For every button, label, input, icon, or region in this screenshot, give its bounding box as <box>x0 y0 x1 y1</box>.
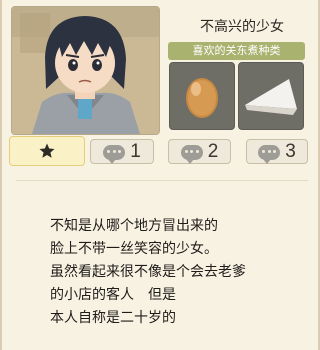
tab-star[interactable] <box>9 136 85 166</box>
character-portrait <box>11 6 160 135</box>
description-line: 不知是从哪个地方冒出来的 <box>50 218 218 234</box>
hanpen-icon <box>245 79 297 115</box>
favorite-item-egg[interactable] <box>169 62 235 130</box>
tab-dialog-1-label: 1 <box>130 140 141 162</box>
tab-dialog-3-label: 3 <box>285 140 296 162</box>
chat-bubble-icon <box>258 145 281 164</box>
description-line: 虽然看起来很不像是个会去老爹 <box>50 264 246 280</box>
tab-dialog-1[interactable]: 1 <box>90 139 154 164</box>
divider <box>16 180 308 181</box>
favorite-food-header: 喜欢的关东煮种类 <box>168 42 305 60</box>
egg-icon <box>186 78 218 118</box>
description-line: 的小店的客人 但是 <box>50 287 176 303</box>
character-description: 不知是从哪个地方冒出来的 脸上不带一丝笑容的少女。 虽然看起来很不像是个会去老爹… <box>50 215 312 330</box>
character-card: 不高兴的少女 喜欢的关东煮种类 1 2 3 不知是从哪个地方冒出来的 脸上不带一… <box>0 0 320 350</box>
tab-dialog-3[interactable]: 3 <box>246 139 308 164</box>
chat-bubble-icon <box>103 145 126 164</box>
favorite-item-hanpen[interactable] <box>238 62 304 130</box>
tab-dialog-2-label: 2 <box>207 140 219 162</box>
star-icon <box>39 143 55 158</box>
character-name: 不高兴的少女 <box>200 19 284 35</box>
tab-dialog-2[interactable]: 2 <box>168 139 231 164</box>
description-line: 本人自称是二十岁的 <box>50 310 176 326</box>
description-line: 脸上不带一丝笑容的少女。 <box>50 241 218 257</box>
sulky-girl-portrait-icon <box>12 7 159 134</box>
chat-bubble-icon <box>180 145 203 164</box>
